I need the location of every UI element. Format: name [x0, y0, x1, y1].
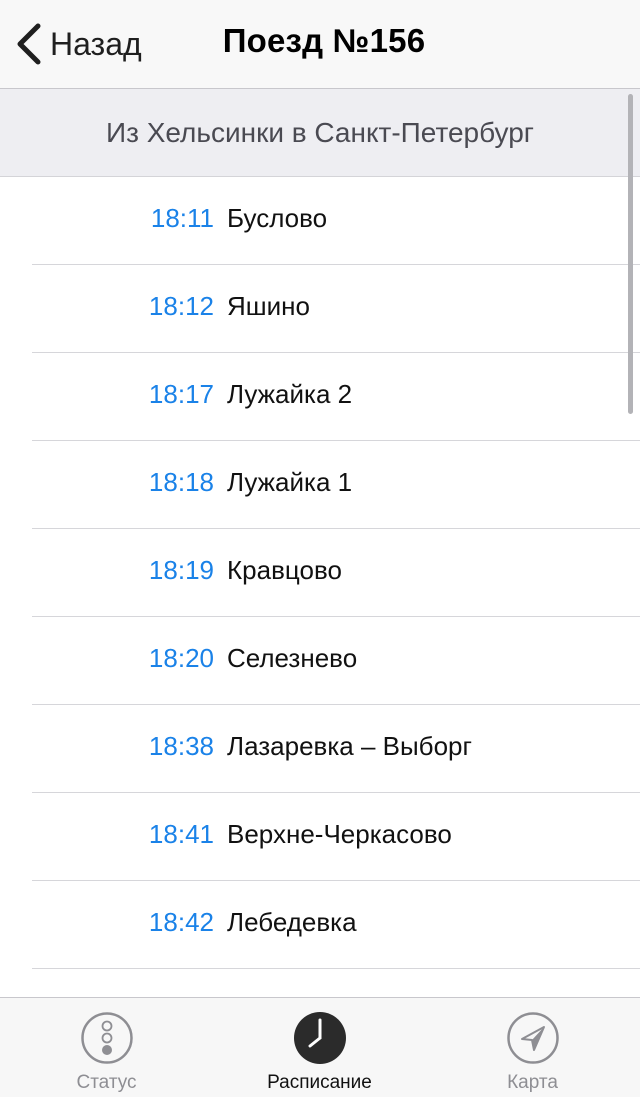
tab-schedule[interactable]: Расписание: [213, 998, 426, 1097]
schedule-list[interactable]: 18:11 Буслово 18:12 Яшино 18:17 Лужайка …: [0, 177, 640, 997]
tab-status-label: Статус: [76, 1072, 137, 1093]
stop-time: 18:38: [148, 731, 214, 761]
scroll-indicator[interactable]: [628, 94, 633, 414]
route-title: Из Хельсинки в Санкт-Петербург: [105, 116, 534, 148]
tab-schedule-label: Расписание: [267, 1072, 372, 1093]
list-item[interactable]: 18:19 Кравцово: [0, 529, 640, 617]
traffic-light-icon: [80, 1012, 133, 1064]
list-item[interactable]: 18:18 Лужайка 1: [0, 441, 640, 529]
stop-time: 18:20: [148, 643, 214, 673]
stop-station: Лужайка 2: [227, 379, 353, 409]
route-section-header: Из Хельсинки в Санкт-Петербург: [0, 89, 640, 177]
list-item[interactable]: 18:11 Буслово: [0, 177, 640, 265]
list-item[interactable]: 18:20 Селезнево: [0, 617, 640, 705]
list-item[interactable]: [0, 969, 640, 997]
list-item[interactable]: 18:17 Лужайка 2: [0, 353, 640, 441]
stop-time: 18:41: [148, 819, 214, 849]
stop-station: Селезнево: [227, 643, 358, 673]
stop-station: Лазаревка – Выборг: [227, 731, 472, 761]
stop-station: Буслово: [227, 203, 328, 233]
stop-time: 18:18: [148, 467, 214, 497]
stop-station: Яшино: [227, 291, 310, 321]
tab-map[interactable]: Карта: [426, 998, 639, 1097]
stop-time: 18:17: [148, 379, 214, 409]
navigation-bar: Назад Поезд №156: [0, 0, 640, 89]
tab-map-label: Карта: [507, 1072, 558, 1093]
stop-station: Лужайка 1: [227, 467, 353, 497]
stop-station: Лебедевка: [227, 907, 357, 937]
list-item[interactable]: 18:41 Верхне-Черкасово: [0, 793, 640, 881]
clock-icon: [293, 1012, 346, 1064]
stop-station: Верхне-Черкасово: [227, 819, 452, 849]
stop-time: 18:42: [148, 907, 214, 937]
location-arrow-icon: [506, 1012, 559, 1064]
page-title: Поезд №156: [222, 22, 426, 59]
tab-bar: Статус Расписание Карта: [0, 997, 640, 1097]
list-item[interactable]: 18:38 Лазаревка – Выборг: [0, 705, 640, 793]
list-item[interactable]: 18:42 Лебедевка: [0, 881, 640, 969]
stop-time: 18:19: [148, 555, 214, 585]
stop-time: 18:12: [148, 291, 214, 321]
stop-station: Кравцово: [227, 555, 342, 585]
tab-status[interactable]: Статус: [0, 998, 213, 1097]
list-item[interactable]: 18:12 Яшино: [0, 265, 640, 353]
stop-time: 18:11: [150, 203, 214, 233]
